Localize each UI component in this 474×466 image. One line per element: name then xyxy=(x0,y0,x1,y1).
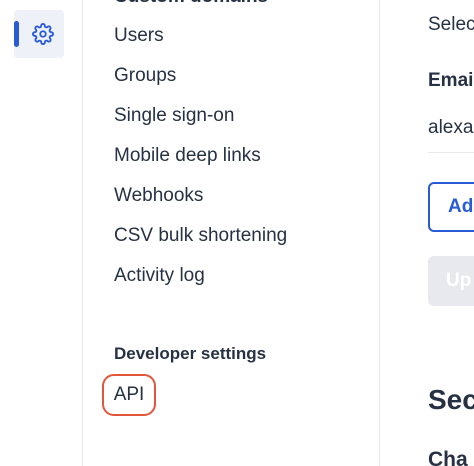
menu-item-mobile-deep-links[interactable]: Mobile deep links xyxy=(114,145,261,167)
menu-item-users[interactable]: Users xyxy=(114,25,164,47)
email-value: alexa xyxy=(428,117,474,138)
menu-item-single-sign-on[interactable]: Single sign-on xyxy=(114,105,234,127)
developer-settings-heading: Developer settings xyxy=(114,344,267,363)
settings-nav-button[interactable] xyxy=(14,10,64,58)
add-button[interactable]: Ad xyxy=(428,182,474,232)
row-divider xyxy=(428,152,474,153)
menu-item-groups[interactable]: Groups xyxy=(114,65,176,87)
sub-title: Cha xyxy=(428,448,468,466)
email-label: Emai xyxy=(428,70,474,91)
menu-item-api[interactable]: API xyxy=(102,374,156,416)
section-title: Sec xyxy=(428,384,474,415)
gear-icon xyxy=(32,23,54,45)
update-button: Up xyxy=(428,256,474,306)
menu-item-activity-log[interactable]: Activity log xyxy=(114,265,205,287)
settings-menu: Custom domains Users Groups Single sign-… xyxy=(83,0,380,466)
main-content: Selec Emai alexa Ad Up Sec Cha xyxy=(380,0,474,466)
menu-item-webhooks[interactable]: Webhooks xyxy=(114,185,203,207)
left-rail xyxy=(0,0,83,466)
menu-item-csv-bulk-shortening[interactable]: CSV bulk shortening xyxy=(114,225,287,247)
menu-heading-clipped: Custom domains xyxy=(114,0,268,8)
select-text: Selec xyxy=(428,14,474,35)
active-indicator xyxy=(14,21,19,47)
